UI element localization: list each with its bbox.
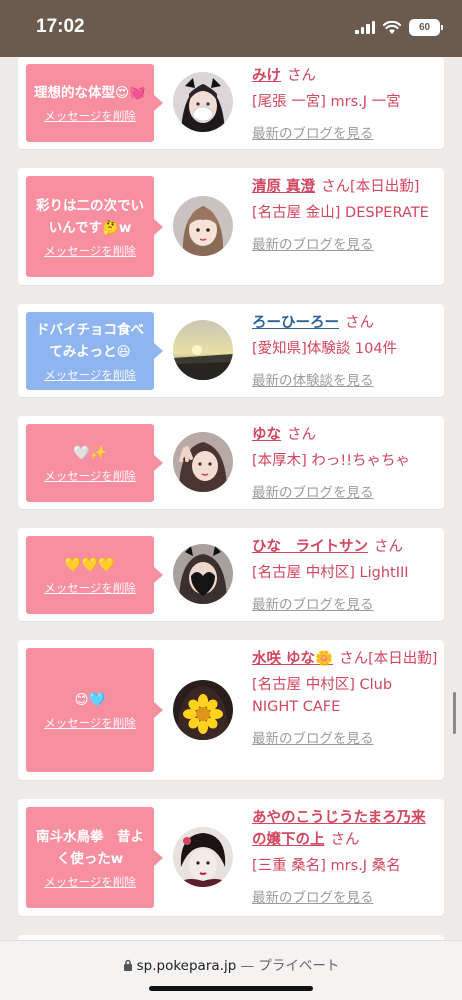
shop-label: [名古屋 中村区] Club NIGHT CAFE xyxy=(252,677,393,715)
message-bubble: 彩りは二の次でいいんです🤔w メッセージを削除 xyxy=(26,176,163,277)
message-bubble: ドバイチョコ食べてみよっと😆 メッセージを削除 xyxy=(26,312,163,390)
url-display[interactable]: sp.pokepara.jp — プライベート xyxy=(0,954,462,974)
message-text: 彩りは二の次でいいんです🤔w xyxy=(36,197,144,236)
name-suffix: さん[本日出勤] xyxy=(339,651,438,667)
profile-info: ひな ライトサン さん [名古屋 中村区] LightIII 最新のブログを見る xyxy=(252,536,438,616)
message-bubble: 南斗水鳥拳 昔よく使ったw メッセージを削除 xyxy=(26,807,163,908)
list-item: 💛💛💛 メッセージを削除 ひな ライトサン さん [名古屋 中村区] LightI… xyxy=(18,528,444,621)
name-suffix: さん xyxy=(330,832,360,848)
signal-icon xyxy=(355,21,375,34)
list-item: 理想的な体型😍💓 メッセージを削除 みけ さん [尾張 一宮] mrs.J 一宮 … xyxy=(18,57,444,149)
message-text: 理想的な体型😍💓 xyxy=(34,85,146,101)
status-icons: 60 xyxy=(355,19,443,36)
status-bar: 17:02 60 xyxy=(0,0,462,57)
home-indicator[interactable] xyxy=(149,986,313,991)
shop-label: [名古屋 金山] DESPERATE xyxy=(252,205,429,221)
delete-message-link[interactable]: メッセージを削除 xyxy=(44,715,136,731)
name-suffix: さん xyxy=(287,68,316,84)
shop-label: [尾張 一宮] mrs.J 一宮 xyxy=(252,94,401,110)
avatar[interactable] xyxy=(173,320,233,380)
name-suffix: さん[本日出勤] xyxy=(321,179,420,195)
scrollbar[interactable] xyxy=(453,692,456,734)
delete-message-link[interactable]: メッセージを削除 xyxy=(44,468,136,484)
message-bubble: 🤍✨ メッセージを削除 xyxy=(26,424,163,502)
delete-message-link[interactable]: メッセージを削除 xyxy=(44,580,136,596)
shop-label: [三重 桑名] mrs.J 桑名 xyxy=(252,858,401,874)
message-text: 🤍✨ xyxy=(73,445,107,461)
name-suffix: さん xyxy=(287,427,316,443)
status-time: 17:02 xyxy=(36,16,85,37)
profile-info: あやのこうじうたまろ乃来の嬢下の上 さん [三重 桑名] mrs.J 桑名 最新の… xyxy=(252,807,438,909)
shop-label: [名古屋 中村区] LightIII xyxy=(252,565,409,581)
list-item: 南斗水鳥拳 昔よく使ったw メッセージを削除 あやのこうじうたまろ乃来の嬢下の上… xyxy=(18,799,444,916)
private-label: — プライベート xyxy=(240,958,340,974)
latest-blog-link[interactable]: 最新のブログを見る xyxy=(252,482,438,504)
avatar[interactable] xyxy=(173,680,233,740)
shop-label: [愛知県]体験談 104件 xyxy=(252,341,398,357)
browser-address-bar[interactable]: sp.pokepara.jp — プライベート xyxy=(0,940,462,1000)
delete-message-link[interactable]: メッセージを削除 xyxy=(44,367,136,383)
latest-blog-link[interactable]: 最新のブログを見る xyxy=(252,728,438,750)
message-text: 南斗水鳥拳 昔よく使ったw xyxy=(36,828,144,867)
message-text: 😊🩵 xyxy=(74,692,106,708)
message-bubble: 理想的な体型😍💓 メッセージを削除 xyxy=(26,64,163,142)
profile-info: ろーひーろー さん [愛知県]体験談 104件 最新の体験談を見る xyxy=(252,312,438,392)
latest-blog-link[interactable]: 最新のブログを見る xyxy=(252,123,438,145)
lock-icon xyxy=(123,959,132,971)
message-text: 💛💛💛 xyxy=(64,557,116,573)
avatar[interactable] xyxy=(173,827,233,887)
message-bubble: 😊🩵 メッセージを削除 xyxy=(26,648,163,772)
latest-blog-link[interactable]: 最新のブログを見る xyxy=(252,234,438,256)
profile-info: ゆな さん [本厚木] わっ!!ちゃちゃ 最新のブログを見る xyxy=(252,424,438,504)
list-item: 彩りは二の次でいいんです🤔w メッセージを削除 清原 真澄 さん[本日出勤] [名… xyxy=(18,168,444,285)
latest-blog-link[interactable]: 最新のブログを見る xyxy=(252,594,438,616)
profile-name-link[interactable]: みけ xyxy=(252,68,281,84)
message-text: ドバイチョコ食べてみよっと😆 xyxy=(36,322,144,360)
profile-info: 水咲 ゆな🌼 さん[本日出勤] [名古屋 中村区] Club NIGHT CAFE… xyxy=(252,648,438,750)
list-item: 😊🩵 メッセージを削除 水咲 ゆな🌼 さん[本日出勤] [名古屋 中村区] Clu… xyxy=(18,640,444,780)
battery-icon: 60 xyxy=(409,19,443,36)
url-domain: sp.pokepara.jp xyxy=(136,958,237,974)
latest-blog-link[interactable]: 最新のブログを見る xyxy=(252,887,438,909)
shop-label: [本厚木] わっ!!ちゃちゃ xyxy=(252,453,411,469)
avatar[interactable] xyxy=(173,432,233,492)
latest-review-link[interactable]: 最新の体験談を見る xyxy=(252,370,438,392)
delete-message-link[interactable]: メッセージを削除 xyxy=(44,874,136,890)
profile-info: みけ さん [尾張 一宮] mrs.J 一宮 最新のブログを見る xyxy=(252,65,438,145)
profile-name-link[interactable]: 清原 真澄 xyxy=(252,179,315,195)
name-suffix: さん xyxy=(374,539,403,555)
profile-info: 清原 真澄 さん[本日出勤] [名古屋 金山] DESPERATE 最新のブログを… xyxy=(252,176,438,256)
profile-name-link[interactable]: ひな ライトサン xyxy=(252,539,368,555)
avatar[interactable] xyxy=(173,196,233,256)
delete-message-link[interactable]: メッセージを削除 xyxy=(44,108,136,124)
avatar[interactable] xyxy=(173,72,233,132)
avatar[interactable] xyxy=(173,544,233,604)
profile-name-link[interactable]: ゆな xyxy=(252,427,281,443)
name-suffix: さん xyxy=(345,315,374,331)
list-item: ドバイチョコ食べてみよっと😆 メッセージを削除 ろーひーろー さん [愛知県]体験… xyxy=(18,304,444,397)
profile-name-link[interactable]: 水咲 ゆな🌼 xyxy=(252,651,333,667)
list-item: 🤍✨ メッセージを削除 ゆな さん [本厚木] わっ!!ちゃちゃ 最新のブログを見… xyxy=(18,416,444,509)
wifi-icon xyxy=(383,20,401,34)
profile-name-link[interactable]: ろーひーろー xyxy=(252,315,339,331)
message-bubble: 💛💛💛 メッセージを削除 xyxy=(26,536,163,614)
delete-message-link[interactable]: メッセージを削除 xyxy=(44,243,136,259)
